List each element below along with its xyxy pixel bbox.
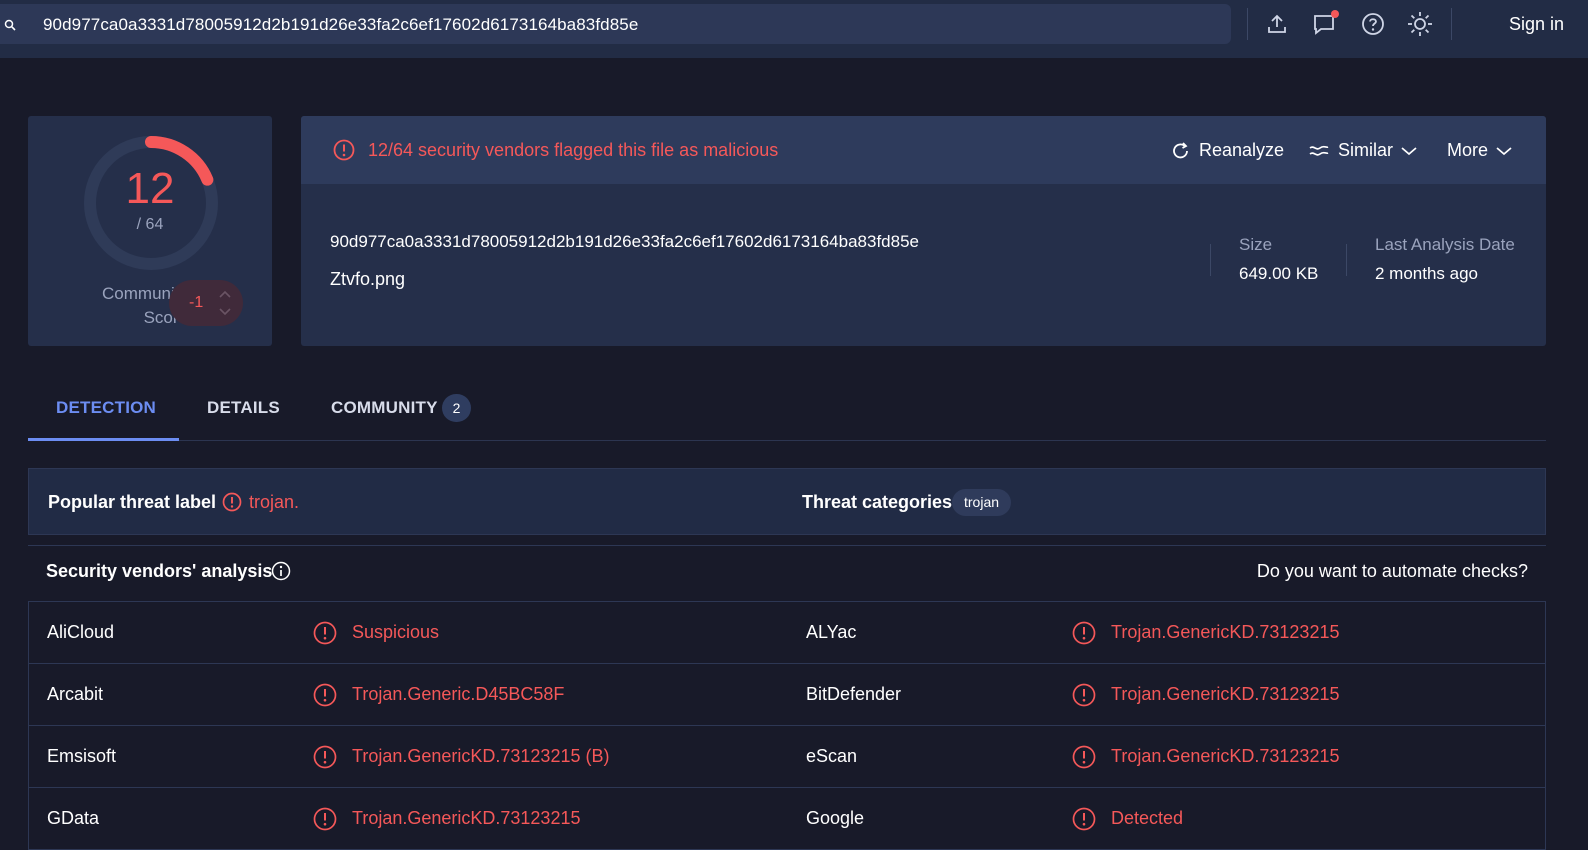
vendor-row: AliCloud Suspicious ALYac Trojan.Generic…	[29, 602, 1545, 664]
file-name: Ztvfo.png	[330, 269, 406, 289]
threat-category-chip[interactable]: trojan	[952, 489, 1012, 516]
vendors-title: Security vendors' analysis	[46, 561, 273, 581]
vendor-row: Emsisoft Trojan.GenericKD.73123215 (B) e…	[29, 726, 1545, 788]
toolbar-divider	[1247, 8, 1248, 40]
reanalyze-button[interactable]: Reanalyze	[1171, 140, 1284, 161]
more-dropdown[interactable]: More	[1447, 140, 1512, 161]
chat-icon[interactable]	[1311, 10, 1339, 38]
similar-label: Similar	[1338, 140, 1394, 160]
meta-divider	[1346, 244, 1347, 276]
vendor-result: Trojan.Generic.D45BC58F	[352, 684, 565, 704]
threat-summary-bar: Popular threat label trojan. Threat cate…	[28, 468, 1546, 535]
vendor-name: GData	[47, 808, 100, 828]
tab-detection[interactable]: DETECTION	[56, 398, 156, 418]
size-value: 649.00 KB	[1239, 264, 1319, 283]
threat-categories-title: Threat categories	[802, 492, 953, 512]
detection-total: / 64	[136, 216, 164, 233]
info-icon[interactable]	[271, 561, 291, 581]
last-analysis-value: 2 months ago	[1375, 264, 1479, 283]
detection-count: 12	[125, 164, 175, 213]
file-hash: 90d977ca0a3331d78005912d2b191d26e33fa2c6…	[330, 232, 919, 251]
size-label: Size	[1239, 235, 1273, 254]
community-count-badge: 2	[442, 394, 471, 422]
vendor-name: eScan	[806, 746, 858, 766]
vendor-row: Arcabit Trojan.Generic.D45BC58F BitDefen…	[29, 664, 1545, 726]
search-value: 90d977ca0a3331d78005912d2b191d26e33fa2c6…	[43, 15, 639, 34]
vendor-result: Trojan.GenericKD.73123215	[1111, 684, 1340, 704]
vendor-result: Trojan.GenericKD.73123215 (B)	[352, 746, 610, 766]
file-summary-card: 12/64 security vendors flagged this file…	[301, 116, 1546, 346]
vendor-result: Suspicious	[352, 622, 440, 642]
community-score-voter[interactable]: -1	[169, 280, 243, 326]
vendor-results-table: AliCloud Suspicious ALYac Trojan.Generic…	[28, 601, 1546, 850]
chevron-down-icon	[1496, 146, 1512, 155]
alert-icon	[1072, 683, 1096, 707]
malicious-alert-text: 12/64 security vendors flagged this file…	[368, 140, 779, 160]
vendor-result: Detected	[1111, 808, 1184, 828]
notification-dot	[1331, 10, 1339, 18]
vendor-row: GData Trojan.GenericKD.73123215 Google D…	[29, 788, 1545, 850]
reanalyze-label: Reanalyze	[1199, 140, 1285, 160]
meta-divider	[1210, 244, 1211, 276]
chevron-down-icon	[1401, 146, 1417, 155]
community-score-value: -1	[189, 294, 204, 311]
vendor-result: Trojan.GenericKD.73123215	[1111, 746, 1340, 766]
vendor-result: Trojan.GenericKD.73123215	[1111, 622, 1340, 642]
alert-icon	[333, 139, 355, 161]
alert-icon	[313, 683, 337, 707]
last-analysis-label: Last Analysis Date	[1375, 235, 1515, 254]
similar-icon	[1309, 145, 1329, 156]
tabs-divider	[28, 440, 1546, 441]
theme-icon[interactable]	[1406, 10, 1434, 38]
alert-icon	[313, 807, 337, 831]
alert-icon	[313, 621, 337, 645]
vendor-result: Trojan.GenericKD.73123215	[352, 808, 581, 828]
active-tab-indicator	[28, 438, 179, 441]
vendor-name: Emsisoft	[47, 746, 117, 766]
help-icon[interactable]	[1359, 10, 1387, 38]
top-bar: 90d977ca0a3331d78005912d2b191d26e33fa2c6…	[0, 0, 1588, 58]
search-icon	[4, 19, 16, 31]
alert-icon	[222, 492, 242, 512]
alert-icon	[1072, 621, 1096, 645]
search-input[interactable]: 90d977ca0a3331d78005912d2b191d26e33fa2c6…	[0, 4, 1231, 44]
vendor-name: AliCloud	[47, 622, 115, 642]
vendor-name: Arcabit	[47, 684, 104, 704]
popular-threat-label-value[interactable]: trojan.	[249, 492, 299, 513]
tab-community[interactable]: COMMUNITY	[331, 398, 438, 418]
malicious-alert-bar: 12/64 security vendors flagged this file…	[301, 116, 1546, 184]
refresh-icon	[1173, 141, 1188, 158]
alert-icon	[313, 745, 337, 769]
toolbar-divider	[1451, 8, 1452, 40]
popular-threat-label-title: Popular threat label	[48, 492, 217, 512]
vendor-name: BitDefender	[806, 684, 902, 704]
sign-in-link[interactable]: Sign in	[1509, 14, 1564, 35]
alert-icon	[1072, 807, 1096, 831]
upload-icon[interactable]	[1263, 10, 1291, 38]
alert-icon	[1072, 745, 1096, 769]
vendors-header: Security vendors' analysis Do you want t…	[28, 545, 1546, 601]
vote-arrows-icon[interactable]	[219, 290, 231, 316]
automate-checks-link[interactable]: Do you want to automate checks?	[1257, 561, 1528, 582]
vendor-name: Google	[806, 808, 865, 828]
tab-details[interactable]: DETAILS	[207, 398, 280, 418]
vendor-name: ALYac	[806, 622, 857, 642]
more-label: More	[1447, 140, 1489, 160]
detection-score-card: 12 / 64 Community Score -1	[28, 116, 272, 346]
similar-dropdown[interactable]: Similar	[1308, 140, 1417, 161]
